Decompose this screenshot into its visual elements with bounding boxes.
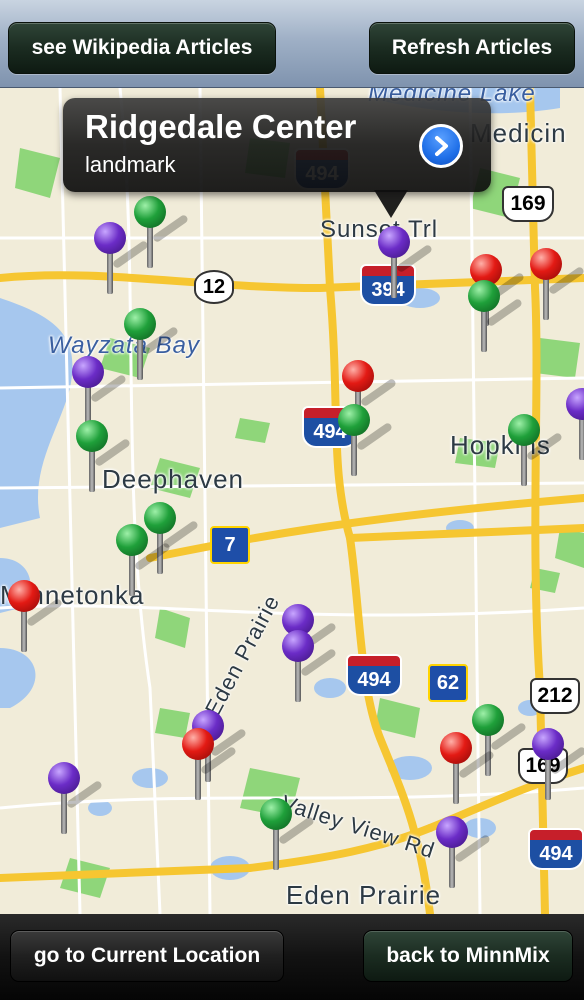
map-pin-purple[interactable] — [532, 728, 584, 808]
map-pin-purple[interactable] — [48, 762, 104, 842]
callout-title: Ridgedale Center — [85, 108, 357, 145]
map-pin-green[interactable] — [338, 404, 394, 484]
map-label-deephaven: Deephaven — [102, 464, 244, 494]
map-pin-green[interactable] — [468, 280, 524, 360]
mn62-shield-icon: 62 — [428, 664, 468, 702]
mn7-shield-icon: 7 — [210, 526, 250, 564]
map-pin-red[interactable] — [530, 248, 584, 328]
map-pin-green[interactable] — [260, 798, 316, 878]
see-wikipedia-articles-button[interactable]: see Wikipedia Articles — [8, 22, 276, 74]
top-toolbar: see Wikipedia Articles Refresh Articles — [0, 0, 584, 88]
map-pin-green[interactable] — [76, 420, 132, 500]
callout-subtitle: landmark — [85, 152, 176, 177]
map-pin-purple[interactable] — [566, 388, 584, 468]
i494-bottom-shield-icon: 494 — [528, 828, 584, 872]
map-pin-green[interactable] — [116, 524, 172, 604]
i494-low-shield-label: 494 — [346, 666, 402, 696]
map-pin-red[interactable] — [182, 728, 238, 808]
map-pin-purple[interactable] — [282, 630, 338, 710]
bottom-toolbar: go to Current Location back to MinnMix — [0, 914, 584, 1000]
map-pin-purple-selected[interactable] — [378, 226, 434, 306]
chevron-right-icon[interactable] — [419, 124, 463, 168]
refresh-articles-button[interactable]: Refresh Articles — [369, 22, 575, 74]
map-pin-red[interactable] — [440, 732, 496, 812]
i494-bottom-shield-label: 494 — [528, 840, 584, 870]
map-view[interactable]: Medicine Lake Medicin Sunset Trl Wayzata… — [0, 88, 584, 914]
go-to-current-location-button[interactable]: go to Current Location — [10, 930, 284, 982]
i494-low-shield-icon: 494 — [346, 654, 402, 698]
us12-shield-icon: 12 — [194, 270, 234, 304]
callout-pointer — [374, 190, 408, 218]
us212-shield-icon: 212 — [530, 678, 580, 714]
map-pin-red[interactable] — [8, 580, 64, 660]
back-to-minnmix-button[interactable]: back to MinnMix — [363, 930, 573, 982]
map-pin-green[interactable] — [124, 308, 180, 388]
map-pin-purple[interactable] — [436, 816, 492, 896]
map-pin-green[interactable] — [134, 196, 190, 276]
map-callout[interactable]: Ridgedale Center landmark — [63, 98, 491, 192]
map-pin-green[interactable] — [508, 414, 564, 494]
us169-top-shield-icon: 169 — [502, 186, 554, 222]
map-pin-purple[interactable] — [94, 222, 150, 302]
map-label-eden-prairie: Eden Prairie — [286, 880, 442, 910]
